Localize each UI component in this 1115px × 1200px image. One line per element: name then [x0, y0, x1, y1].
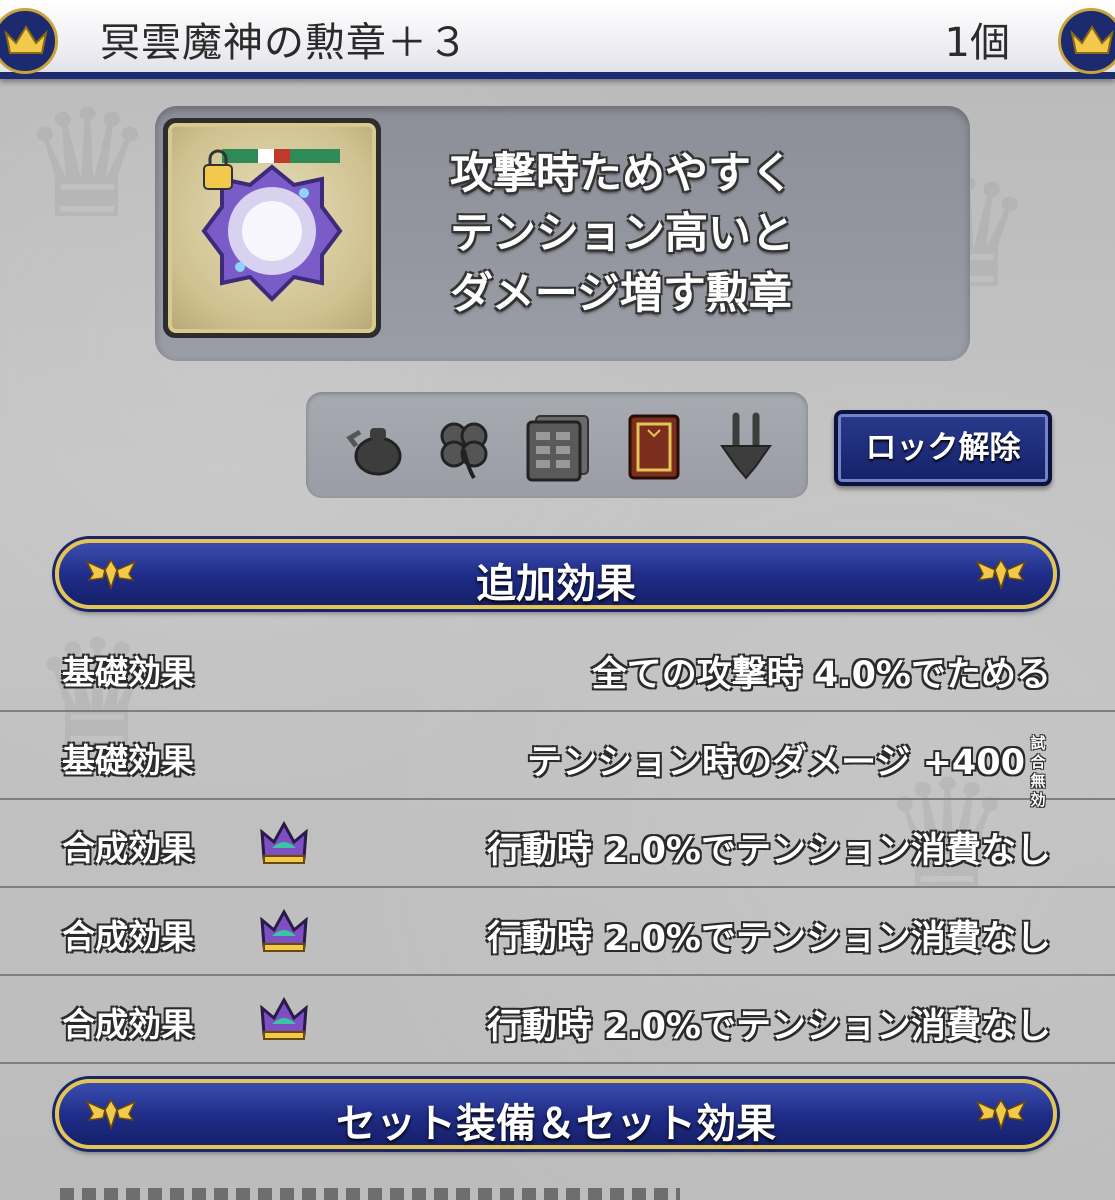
effect-type-label: 合成効果	[62, 1005, 194, 1044]
item-description: 攻撃時ためやすく テンション高いと ダメージ増す勲章	[450, 144, 870, 324]
effect-type-label: 基礎効果	[62, 741, 194, 780]
effect-note: 試合無効	[1030, 734, 1046, 809]
alchemy-crown-icon	[260, 996, 308, 1040]
effect-value: テンション時のダメージ +400	[527, 743, 1025, 783]
additional-effects-header: 追加効果	[55, 539, 1057, 609]
effect-type-label: 合成効果	[62, 829, 194, 868]
additional-effects-title: 追加効果	[476, 561, 636, 607]
set-effects-title: セット装備＆セット効果	[336, 1101, 776, 1147]
item-image-frame	[163, 118, 381, 338]
book-icon[interactable]	[618, 410, 690, 482]
winged-crest-icon	[975, 558, 1027, 591]
crown-icon	[0, 8, 58, 74]
description-line: 攻撃時ためやすく	[450, 149, 794, 199]
clover-icon[interactable]	[428, 410, 500, 482]
storage-icon[interactable]	[520, 410, 592, 482]
effect-type-label: 合成効果	[62, 917, 194, 956]
cut-off-text	[60, 1188, 680, 1200]
item-count: 1個	[944, 20, 1010, 66]
background-pattern: ♛	[20, 78, 155, 252]
effect-value: 行動時 2.0%でテンション消費なし	[486, 919, 1051, 959]
effect-row: 合成効果 行動時 2.0%でテンション消費なし	[0, 800, 1115, 888]
sell-bag-icon[interactable]	[336, 410, 408, 482]
effect-value: 行動時 2.0%でテンション消費なし	[486, 1007, 1051, 1047]
description-line: ダメージ増す勲章	[450, 269, 792, 319]
item-name: 冥雲魔神の勲章＋３	[100, 20, 469, 66]
effect-row: 基礎効果 テンション時のダメージ +400 試合無効	[0, 712, 1115, 809]
unlock-button[interactable]: ロック解除	[834, 410, 1052, 486]
effect-value: 全ての攻撃時 4.0%でためる	[591, 655, 1051, 695]
fork-icon[interactable]	[710, 410, 782, 482]
alchemy-crown-icon	[260, 908, 308, 952]
medal-icon	[168, 123, 376, 333]
set-effects-header: セット装備＆セット効果	[55, 1079, 1057, 1149]
winged-crest-icon	[975, 1098, 1027, 1131]
effect-row: 合成効果 行動時 2.0%でテンション消費なし	[0, 888, 1115, 976]
effect-row: 基礎効果 全ての攻撃時 4.0%でためる	[0, 624, 1115, 712]
alchemy-crown-icon	[260, 820, 308, 864]
effect-value: 行動時 2.0%でテンション消費なし	[486, 831, 1051, 871]
item-action-bar	[306, 392, 808, 498]
item-detail-panel: 攻撃時ためやすく テンション高いと ダメージ増す勲章	[155, 106, 970, 361]
description-line: テンション高いと	[450, 209, 794, 259]
crown-icon	[1058, 8, 1115, 74]
item-header: 冥雲魔神の勲章＋３ 1個	[0, 0, 1115, 79]
effect-type-label: 基礎効果	[62, 653, 194, 692]
effect-row: 合成効果 行動時 2.0%でテンション消費なし	[0, 976, 1115, 1064]
